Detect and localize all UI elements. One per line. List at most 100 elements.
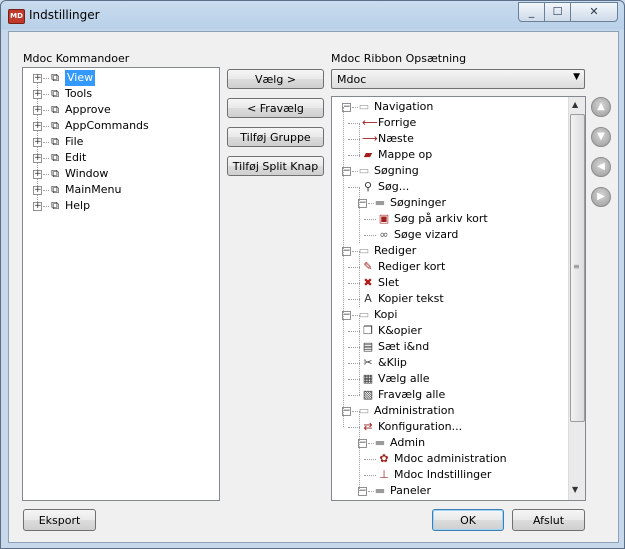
ribbon-command-item[interactable]: ▧ Fravælg alle — [332, 387, 562, 403]
ribbon-command-item[interactable]: ⇄ Konfiguration... — [332, 419, 562, 435]
delete-icon: ✖ — [363, 276, 373, 289]
maximize-button[interactable]: ☐ — [544, 2, 571, 22]
ribbon-command-item[interactable]: ✖ Slet — [332, 275, 562, 291]
expand-icon[interactable]: + — [33, 154, 42, 163]
export-button[interactable]: Eksport — [23, 509, 96, 531]
ribbon-command-item[interactable]: ⊥ Mdoc Indstillinger — [332, 467, 562, 483]
minimize-button[interactable]: _ — [518, 2, 545, 22]
ribbon-tab-item[interactable]: − ▭ Søgning — [332, 163, 562, 179]
scroll-down-icon[interactable]: ▼ — [572, 485, 578, 494]
tree-item-label: Fravælg alle — [378, 388, 446, 401]
add-group-button[interactable]: Tilføj Gruppe — [227, 127, 324, 147]
ribbon-command-item[interactable]: − ▬ Paneler — [332, 483, 562, 499]
ribbon-command-item[interactable]: ∞ Søge vizard — [332, 227, 562, 243]
archive-search-icon: ▣ — [378, 212, 390, 225]
tree-item[interactable]: + ⧉ MainMenu — [23, 182, 213, 198]
ribbon-command-item[interactable]: ⟶ Næste — [332, 131, 562, 147]
ribbon-command-item[interactable]: ⟵ Forrige — [332, 115, 562, 131]
commands-tree[interactable]: + ⧉ View + ⧉ Tools + ⧉ Approve + ⧉ AppCommands + ⧉ Fil… — [22, 67, 220, 501]
add-split-button[interactable]: Tilføj Split Knap — [227, 156, 324, 176]
copy-text-icon: A — [364, 292, 372, 305]
ribbon-combo[interactable]: Mdoc ▼ — [331, 69, 585, 89]
ribbon-command-item[interactable]: A Kopier tekst — [332, 291, 562, 307]
tree-item-label: Edit — [65, 151, 87, 164]
tree-item[interactable]: + ⧉ Edit — [23, 150, 213, 166]
thumb-grip-icon: ≡ — [573, 262, 580, 271]
move-up-icon[interactable]: ▲ — [591, 97, 611, 117]
tree-item[interactable]: + ⧉ AppCommands — [23, 118, 213, 134]
ribbon-command-item[interactable]: ❐ K&opier — [332, 323, 562, 339]
move-right-icon[interactable]: ▶ — [591, 187, 611, 207]
ribbon-tree[interactable]: − ▭ Navigation ⟵ Forrige ⟶ Næste ▰ Mappe op − ▭ Søg… — [331, 96, 586, 501]
tree-item-label: Konfiguration... — [378, 420, 463, 433]
tree-item[interactable]: + ⧉ File — [23, 134, 213, 150]
move-down-icon[interactable]: ▼ — [591, 127, 611, 147]
tree-item-label: Mdoc administration — [394, 452, 507, 465]
scroll-up-icon[interactable]: ▲ — [572, 100, 578, 109]
hierarchy-icon: ⧉ — [51, 199, 59, 212]
split-button-icon: ▬ — [374, 436, 386, 449]
ribbon-command-item[interactable]: ▤ Sæt i&nd — [332, 339, 562, 355]
hierarchy-icon: ⧉ — [51, 87, 59, 100]
ribbon-tab-item[interactable]: − ▭ Rediger — [332, 243, 562, 259]
ribbon-command-item[interactable]: ⚲ Søg... — [332, 179, 562, 195]
tree-item-label: Administration — [374, 404, 455, 417]
tree-item-label: Slet — [378, 276, 400, 289]
expand-icon[interactable]: + — [33, 202, 42, 211]
ribbon-command-item[interactable]: ✂ &Klip — [332, 355, 562, 371]
paste-icon: ▤ — [362, 340, 374, 353]
expand-icon[interactable]: + — [33, 106, 42, 115]
expand-icon[interactable]: + — [33, 186, 42, 195]
expand-icon[interactable]: + — [33, 170, 42, 179]
search-icon: ⚲ — [363, 180, 373, 193]
config-icon: ⇄ — [363, 420, 373, 433]
tree-item[interactable]: + ⧉ Approve — [23, 102, 213, 118]
split-button-icon: ▬ — [374, 196, 386, 209]
tree-item[interactable]: + ⧉ Window — [23, 166, 213, 182]
hierarchy-icon: ⧉ — [51, 183, 59, 196]
expand-icon[interactable]: + — [33, 90, 42, 99]
arrow-left-icon: ⟵ — [362, 116, 378, 129]
tree-item-label: Tools — [65, 87, 93, 100]
tree-item-label: Approve — [65, 103, 111, 116]
ribbon-command-item[interactable]: − ▬ Søgninger — [332, 195, 562, 211]
tree-item[interactable]: + ⧉ View — [23, 70, 213, 86]
tree-item[interactable]: + ⧉ Tools — [23, 86, 213, 102]
tree-scrollbar[interactable]: ▲ ≡ ▼ — [568, 97, 585, 500]
expand-icon[interactable]: + — [33, 138, 42, 147]
ribbon-command-item[interactable]: ▦ Vælg alle — [332, 371, 562, 387]
tree-item-label: K&opier — [378, 324, 422, 337]
ribbon-command-item[interactable]: ▣ Søg på arkiv kort — [332, 211, 562, 227]
dialog-client-area: Mdoc Kommandoer + ⧉ View + ⧉ Tools + ⧉ Approve + ⧉… — [8, 31, 619, 543]
tree-item-label: Kopi — [374, 308, 398, 321]
arrow-right-icon: ⟶ — [362, 132, 378, 145]
expand-icon[interactable]: + — [33, 74, 42, 83]
ribbon-tab-item[interactable]: − ▭ Navigation — [332, 99, 562, 115]
close-button[interactable]: ✕ — [570, 2, 618, 22]
expand-icon[interactable]: + — [33, 122, 42, 131]
binoculars-icon: ∞ — [379, 228, 389, 241]
tree-item-label: Paneler — [390, 484, 431, 497]
hierarchy-icon: ⧉ — [51, 167, 59, 180]
title-bar[interactable]: MD Indstillinger _ ☐ ✕ — [1, 1, 624, 31]
tree-item[interactable]: + ⧉ Help — [23, 198, 213, 214]
ribbon-command-item[interactable]: ▰ Mappe op — [332, 147, 562, 163]
tree-item-label: Forrige — [378, 116, 417, 129]
move-left-icon[interactable]: ◀ — [591, 157, 611, 177]
settings-window: MD Indstillinger _ ☐ ✕ Mdoc Kommandoer +… — [0, 0, 625, 549]
ribbon-tab-item[interactable]: − ▭ Administration — [332, 403, 562, 419]
ribbon-command-item[interactable]: − ▬ Admin — [332, 435, 562, 451]
tree-item-label: Næste — [378, 132, 414, 145]
select-button[interactable]: Vælg > — [227, 69, 324, 89]
deselect-button[interactable]: < Fravælg — [227, 98, 324, 118]
tree-item-label: MainMenu — [65, 183, 122, 196]
ribbon-tab-item[interactable]: − ▭ Kopi — [332, 307, 562, 323]
cancel-button[interactable]: Afslut — [512, 509, 585, 531]
window-title: Indstillinger — [29, 8, 100, 22]
ribbon-command-item[interactable]: ✿ Mdoc administration — [332, 451, 562, 467]
tree-item-label: Kopier tekst — [378, 292, 444, 305]
ok-button[interactable]: OK — [432, 509, 504, 531]
tree-item-label: Window — [65, 167, 109, 180]
tab-icon: ▭ — [358, 164, 370, 177]
ribbon-command-item[interactable]: ✎ Rediger kort — [332, 259, 562, 275]
